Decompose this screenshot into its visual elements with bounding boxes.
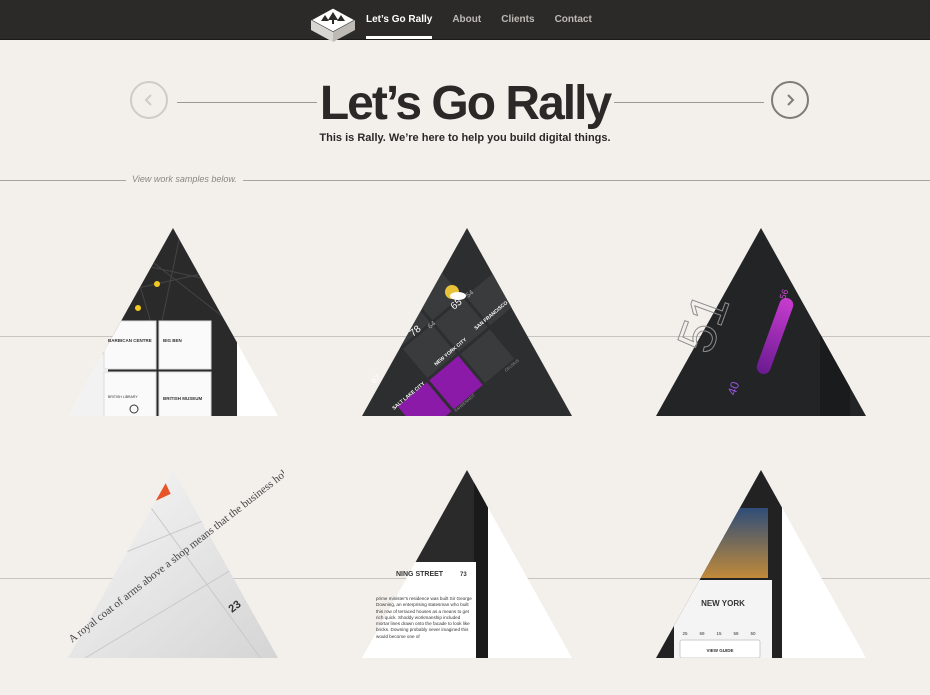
sample-coat-of-arms-app[interactable]: A royal coat of arms above a shop means … [62, 468, 284, 660]
sample-weather-app[interactable]: 65 54 SAN FRANCISCO 78 64 NEW YORK CITY … [356, 226, 578, 418]
place-title: NING STREET [396, 571, 444, 578]
map-card-label: BRITISH MUSEUM [163, 396, 203, 401]
place-description: prime minister's residence was built Sir… [376, 596, 472, 639]
page-title: Let’s Go Rally [319, 77, 612, 130]
stat-value: 69 [699, 631, 705, 636]
city-title: NEW YORK [701, 599, 745, 608]
nav-item-contact[interactable]: Contact [555, 0, 592, 39]
main-nav: Let’s Go Rally About Clients Contact [366, 0, 612, 39]
stat-value: 58 [733, 631, 739, 636]
sample-downing-street-app[interactable]: NING STREET 73 prime minister's residenc… [356, 468, 578, 660]
stat-value: 25 [682, 631, 688, 636]
stat-value: 50 [750, 631, 756, 636]
favourites-count: 73 [460, 572, 467, 578]
stat-value: 15 [716, 631, 722, 636]
map-card-label: BIG BEN [163, 338, 182, 343]
nav-item-lets-go-rally[interactable]: Let’s Go Rally [366, 0, 433, 39]
top-nav-bar: Let’s Go Rally About Clients Contact [0, 0, 930, 42]
rally-logo-icon[interactable] [309, 6, 357, 50]
section-label: View work samples below. [126, 174, 243, 184]
page-subtitle: This is Rally. We’re here to help you bu… [319, 132, 611, 144]
nav-item-clients[interactable]: Clients [501, 0, 534, 39]
map-card-label: BRITISH LIBRARY [108, 395, 138, 399]
sample-thermostat-app[interactable]: 51 56 40 [650, 226, 872, 418]
map-card-label: BARBICAN CENTRE [108, 338, 152, 343]
view-guide-button[interactable]: VIEW GUIDE [706, 648, 733, 653]
sample-london-map-app[interactable]: BARBICAN CENTRE BIG BEN BRITISH MUSEUM B… [62, 226, 284, 418]
nav-item-about[interactable]: About [452, 0, 481, 39]
sample-city-guide-app[interactable]: NEW YORK 25 69 15 58 50 VIEW GUIDE [650, 468, 872, 660]
